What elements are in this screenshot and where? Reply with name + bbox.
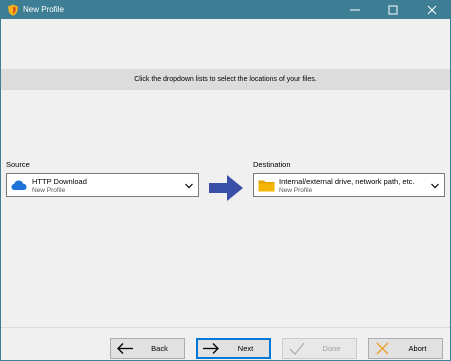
back-button[interactable]: Back <box>110 338 185 359</box>
shield-icon <box>7 4 19 16</box>
done-button: Done <box>282 338 357 359</box>
minimize-icon <box>350 5 360 15</box>
maximize-button[interactable] <box>379 1 407 19</box>
arrow-right-icon <box>208 174 244 204</box>
chevron-down-icon <box>431 182 439 191</box>
destination-dropdown[interactable]: Internal/external drive, network path, e… <box>253 173 445 197</box>
source-selected: HTTP Download <box>32 177 87 186</box>
source-profile: New Profile <box>32 187 66 194</box>
chevron-down-icon <box>185 182 193 191</box>
destination-label: Destination <box>253 160 291 169</box>
wizard-button-bar: Back Next Done Abort <box>1 327 450 360</box>
abort-button[interactable]: Abort <box>368 338 443 359</box>
next-button[interactable]: Next <box>196 338 271 359</box>
maximize-icon <box>388 5 398 15</box>
arrow-left-icon <box>116 342 134 357</box>
folder-icon <box>258 179 275 194</box>
instruction-banner: Click the dropdown lists to select the l… <box>1 69 450 90</box>
destination-profile: New Profile <box>279 187 313 194</box>
next-label: Next <box>237 344 254 353</box>
minimize-button[interactable] <box>341 1 369 19</box>
new-profile-window: New Profile Click the dropdown lists to … <box>0 0 451 361</box>
x-icon <box>374 342 392 357</box>
window-title: New Profile <box>23 5 64 14</box>
back-label: Back <box>151 344 168 353</box>
close-icon <box>427 5 437 15</box>
arrow-right-icon <box>202 342 220 357</box>
source-dropdown[interactable]: HTTP Download New Profile <box>6 173 199 197</box>
cloud-icon <box>11 179 27 193</box>
wizard-content: Click the dropdown lists to select the l… <box>1 19 450 360</box>
checkmark-icon <box>288 342 306 357</box>
source-label: Source <box>6 160 30 169</box>
done-label: Done <box>322 344 341 353</box>
abort-label: Abort <box>408 344 427 353</box>
destination-selected: Internal/external drive, network path, e… <box>279 177 415 186</box>
title-bar[interactable]: New Profile <box>1 1 450 19</box>
close-button[interactable] <box>418 1 446 19</box>
